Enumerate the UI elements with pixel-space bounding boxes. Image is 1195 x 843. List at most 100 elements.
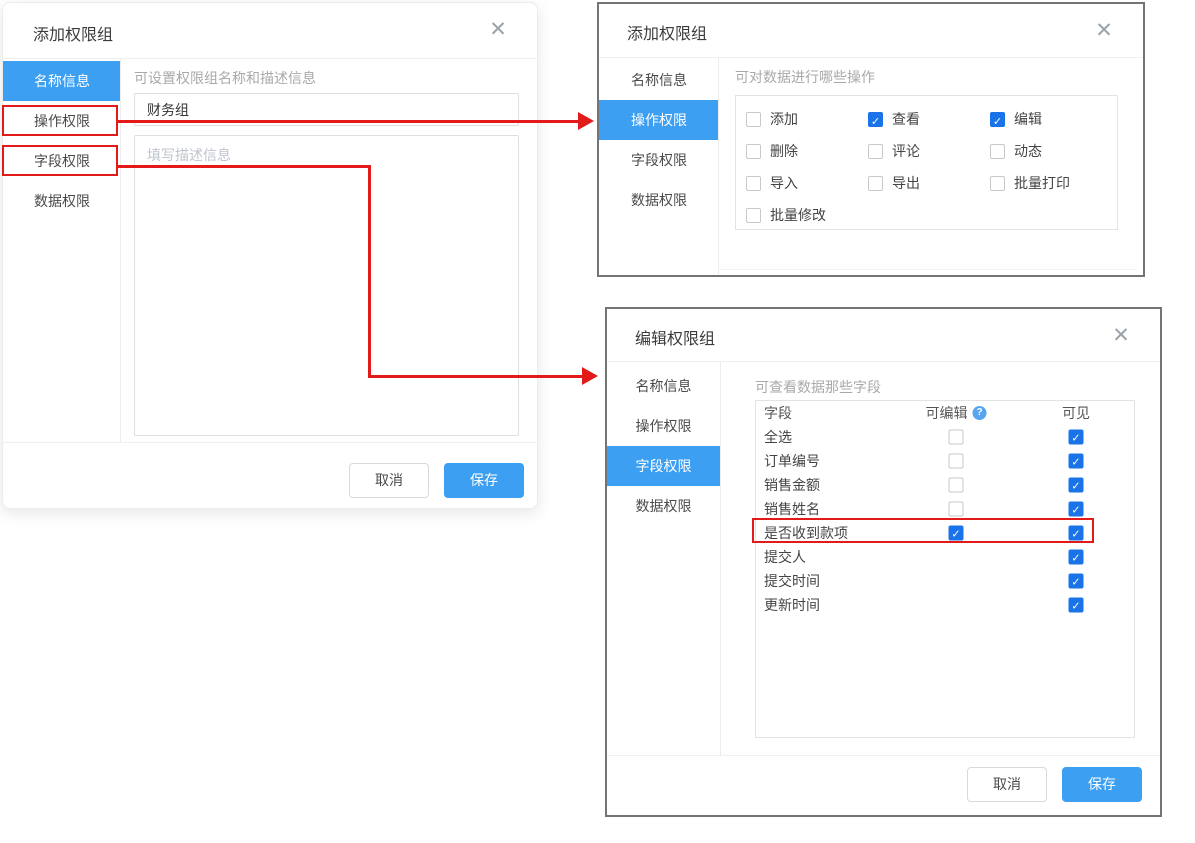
help-icon[interactable]: ?: [973, 406, 987, 420]
tab-operation-permission[interactable]: 操作权限: [3, 101, 121, 141]
visible-checkbox[interactable]: [1069, 550, 1084, 565]
footer-divider: [607, 755, 1160, 756]
field-label: 销售姓名: [764, 499, 820, 519]
op-item: 删除: [746, 135, 868, 167]
visible-checkbox[interactable]: [1069, 430, 1084, 445]
tab-label: 数据权限: [34, 193, 90, 209]
column-header-visible: 可见: [1062, 403, 1090, 423]
op-item: 动态: [990, 135, 1117, 167]
op-item: 评论: [868, 135, 990, 167]
op-checkbox[interactable]: [746, 208, 761, 223]
tab-name-info[interactable]: 名称信息: [599, 60, 719, 100]
tab-name-info[interactable]: 名称信息: [3, 61, 121, 101]
editable-checkbox[interactable]: [949, 502, 964, 517]
op-checkbox[interactable]: [868, 112, 883, 127]
section-hint: 可对数据进行哪些操作: [735, 67, 875, 87]
footer-divider: [3, 442, 537, 443]
table-row: 销售姓名: [756, 497, 1134, 521]
op-label: 动态: [1014, 141, 1042, 161]
tab-data-permission[interactable]: 数据权限: [607, 486, 720, 526]
field-label: 是否收到款项: [764, 523, 848, 543]
tab-data-permission[interactable]: 数据权限: [599, 180, 719, 220]
table-row: 提交时间: [756, 569, 1134, 593]
sidebar-tabs: 名称信息 操作权限 字段权限 数据权限: [599, 60, 719, 220]
table-row: 订单编号: [756, 449, 1134, 473]
group-description-textarea[interactable]: [134, 135, 519, 436]
field-label: 提交时间: [764, 571, 820, 591]
sidebar-tabs: 名称信息 操作权限 字段权限 数据权限: [607, 366, 720, 526]
visible-checkbox[interactable]: [1069, 502, 1084, 517]
tab-label: 操作权限: [631, 112, 687, 128]
tab-label: 字段权限: [34, 153, 90, 169]
editable-checkbox[interactable]: [949, 430, 964, 445]
tab-field-permission[interactable]: 字段权限: [607, 446, 720, 486]
header-divider: [3, 58, 537, 59]
tab-field-permission[interactable]: 字段权限: [3, 141, 121, 181]
table-row: 提交人: [756, 545, 1134, 569]
visible-checkbox[interactable]: [1069, 598, 1084, 613]
editable-checkbox[interactable]: [949, 478, 964, 493]
editable-checkbox[interactable]: [949, 526, 964, 541]
cancel-button[interactable]: 取消: [967, 767, 1047, 802]
field-label: 全选: [764, 427, 792, 447]
close-icon[interactable]: ✕: [1091, 18, 1117, 44]
column-header-field: 字段: [764, 403, 792, 423]
header-divider: [607, 361, 1160, 362]
annotation-arrow-to-fields-head: [582, 367, 598, 385]
close-icon[interactable]: ✕: [485, 17, 511, 43]
save-button[interactable]: 保存: [1062, 767, 1142, 802]
field-label: 销售金额: [764, 475, 820, 495]
op-label: 评论: [892, 141, 920, 161]
group-name-input[interactable]: [134, 93, 519, 126]
op-item: 批量打印: [990, 167, 1117, 199]
tab-data-permission[interactable]: 数据权限: [3, 181, 121, 221]
fields-table: 字段 可编辑 ? 可见 全选 订单编号 销售金额 销售姓名: [755, 400, 1135, 738]
visible-checkbox[interactable]: [1069, 526, 1084, 541]
table-row: 更新时间: [756, 593, 1134, 617]
op-checkbox[interactable]: [990, 144, 1005, 159]
tab-operation-permission[interactable]: 操作权限: [607, 406, 720, 446]
tab-label: 名称信息: [34, 73, 90, 89]
op-checkbox[interactable]: [746, 176, 761, 191]
close-icon[interactable]: ✕: [1108, 323, 1134, 349]
field-label: 订单编号: [764, 451, 820, 471]
op-label: 批量修改: [770, 205, 826, 225]
editable-checkbox[interactable]: [949, 454, 964, 469]
visible-checkbox[interactable]: [1069, 574, 1084, 589]
tab-label: 字段权限: [636, 458, 692, 474]
visible-checkbox[interactable]: [1069, 478, 1084, 493]
op-item: 编辑: [990, 103, 1117, 135]
tab-field-permission[interactable]: 字段权限: [599, 140, 719, 180]
op-checkbox[interactable]: [746, 144, 761, 159]
op-label: 批量打印: [1014, 173, 1070, 193]
tab-label: 名称信息: [631, 72, 687, 88]
op-checkbox[interactable]: [990, 112, 1005, 127]
tab-label: 字段权限: [631, 152, 687, 168]
op-checkbox[interactable]: [990, 176, 1005, 191]
operations-checkbox-group: 添加 查看 编辑 删除 评论 动态 导入 导出: [735, 95, 1118, 230]
op-checkbox[interactable]: [868, 144, 883, 159]
op-label: 查看: [892, 109, 920, 129]
save-button[interactable]: 保存: [444, 463, 524, 498]
cancel-button[interactable]: 取消: [349, 463, 429, 498]
tab-label: 操作权限: [636, 418, 692, 434]
op-item: 批量修改: [746, 199, 868, 231]
op-label: 删除: [770, 141, 798, 161]
op-checkbox[interactable]: [746, 112, 761, 127]
op-label: 导入: [770, 173, 798, 193]
field-label: 更新时间: [764, 595, 820, 615]
field-label: 提交人: [764, 547, 806, 567]
tab-label: 数据权限: [636, 498, 692, 514]
op-checkbox[interactable]: [868, 176, 883, 191]
op-label: 导出: [892, 173, 920, 193]
visible-checkbox[interactable]: [1069, 454, 1084, 469]
annotation-arrow-to-operations-head: [578, 112, 594, 130]
sidebar-divider: [120, 59, 121, 442]
tab-name-info[interactable]: 名称信息: [607, 366, 720, 406]
table-row: 销售金额: [756, 473, 1134, 497]
dialog-edit-permission-group-fields: 编辑权限组 ✕ 名称信息 操作权限 字段权限 数据权限 可查看数据那些字段 字段…: [605, 307, 1162, 817]
tab-label: 操作权限: [34, 113, 90, 129]
table-header-row: 字段 可编辑 ? 可见: [756, 401, 1134, 425]
op-item: 导入: [746, 167, 868, 199]
tab-operation-permission[interactable]: 操作权限: [599, 100, 719, 140]
